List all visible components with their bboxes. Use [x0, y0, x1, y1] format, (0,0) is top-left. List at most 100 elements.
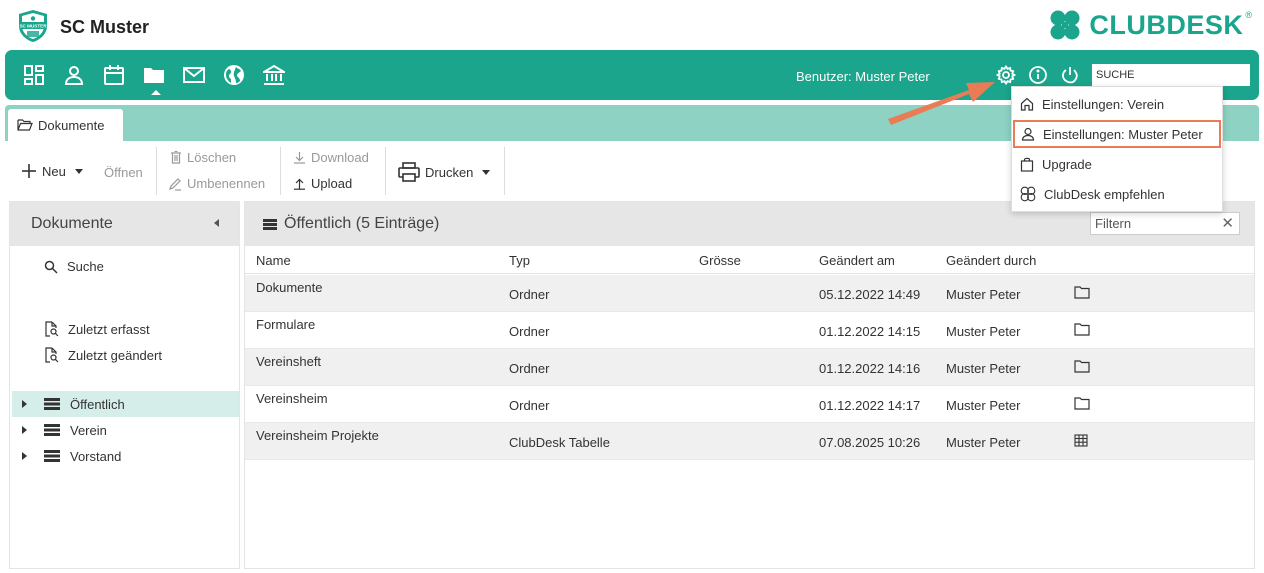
file-search-icon [45, 321, 59, 337]
user-icon [1021, 127, 1035, 141]
tree-item-oeffentlich[interactable]: Öffentlich [12, 391, 239, 417]
sidebar-item-recent-created[interactable]: Zuletzt erfasst [44, 321, 150, 337]
info-icon[interactable] [1028, 65, 1048, 85]
bank-icon[interactable] [263, 64, 285, 86]
rename-button[interactable]: Umbenennen [168, 176, 265, 191]
members-icon[interactable] [63, 64, 85, 86]
delete-button-label: Löschen [187, 150, 237, 165]
cell-type: ClubDesk Tabelle [509, 435, 610, 450]
upload-button[interactable]: Upload [293, 176, 352, 191]
cell-name: Dokumente [256, 280, 323, 295]
clear-filter-icon[interactable]: ✕ [1221, 216, 1234, 231]
cell-changed-by: Muster Peter [946, 398, 1021, 413]
table-row[interactable]: Vereinsheft Ordner 01.12.2022 14:16 Must… [245, 349, 1254, 386]
download-button-label: Download [311, 150, 369, 165]
upload-icon [294, 178, 305, 190]
power-icon[interactable] [1060, 65, 1080, 85]
new-button-label: Neu [42, 163, 66, 179]
tree-item-vorstand[interactable]: Vorstand [12, 443, 239, 469]
menu-item-settings-user[interactable]: Einstellungen: Muster Peter [1013, 120, 1221, 148]
clover-icon [1020, 186, 1036, 202]
cell-name: Vereinsheim Projekte [256, 428, 379, 443]
cell-name: Formulare [256, 317, 316, 332]
filter-field: ✕ [1090, 212, 1240, 235]
cell-changed-by: Muster Peter [946, 287, 1021, 302]
search-icon [44, 260, 58, 274]
documents-folder-icon[interactable] [143, 64, 165, 86]
folder-icon[interactable] [1074, 323, 1090, 336]
calendar-icon[interactable] [103, 64, 125, 86]
cell-type: Ordner [509, 361, 550, 376]
club-name: SC Muster [60, 17, 150, 37]
print-button[interactable]: Drucken [398, 162, 491, 182]
sidebar-item-search[interactable]: Suche [44, 259, 104, 274]
sidebar-item-label: Zuletzt geändert [68, 347, 162, 363]
panel-title-text: Öffentlich (5 Einträge) [284, 215, 440, 232]
collapse-left-icon[interactable] [214, 219, 219, 227]
cell-changed-at: 07.08.2025 10:26 [819, 435, 921, 450]
folder-icon[interactable] [1074, 397, 1090, 410]
delete-button[interactable]: Löschen [170, 150, 236, 165]
list-icon [44, 424, 60, 436]
filter-input[interactable] [1091, 213, 1211, 234]
brand-registered: ® [1245, 10, 1252, 20]
toolbar-divider [280, 147, 281, 195]
tab-documents[interactable]: Dokumente [8, 109, 123, 141]
search-input[interactable] [1092, 64, 1250, 86]
table-row[interactable]: Formulare Ordner 01.12.2022 14:15 Muster… [245, 312, 1254, 349]
column-header-changed-at[interactable]: Geändert am [819, 253, 895, 268]
column-header-size[interactable]: Grösse [699, 253, 741, 268]
toolbar-divider [504, 147, 505, 195]
column-header-name[interactable]: Name [256, 253, 291, 268]
sidebar-item-label: Zuletzt erfasst [68, 321, 150, 337]
expand-icon[interactable] [22, 426, 27, 434]
table-header: Name Typ Grösse Geändert am Geändert dur… [245, 246, 1254, 274]
download-button[interactable]: Download [293, 150, 369, 165]
cell-type: Ordner [509, 398, 550, 413]
column-header-changed-by[interactable]: Geändert durch [946, 253, 1036, 268]
open-button[interactable]: Öffnen [104, 165, 143, 180]
menu-item-settings-club[interactable]: Einstellungen: Verein [1012, 90, 1222, 118]
cell-changed-by: Muster Peter [946, 324, 1021, 339]
cell-changed-at: 01.12.2022 14:15 [819, 324, 921, 339]
table-icon[interactable] [1074, 434, 1088, 447]
tree-item-verein[interactable]: Verein [12, 417, 239, 443]
sidebar-item-recent-changed[interactable]: Zuletzt geändert [44, 347, 162, 363]
expand-icon[interactable] [22, 452, 27, 460]
cell-type: Ordner [509, 324, 550, 339]
mail-icon[interactable] [183, 64, 205, 86]
toolbar-divider [385, 147, 386, 195]
expand-icon[interactable] [22, 400, 27, 408]
home-icon [1020, 97, 1034, 111]
open-button-label: Öffnen [104, 165, 143, 180]
folder-icon[interactable] [1074, 360, 1090, 373]
tab-label: Dokumente [38, 117, 105, 133]
clubdesk-brand: CLUBDESK ® [1047, 9, 1256, 41]
tree-item-label: Vorstand [70, 448, 122, 464]
brand-name: CLUBDESK [1089, 9, 1244, 40]
cell-changed-at: 05.12.2022 14:49 [819, 287, 921, 302]
dashboard-icon[interactable] [23, 64, 45, 86]
upload-button-label: Upload [311, 176, 353, 191]
table-row[interactable]: Vereinsheim Ordner 01.12.2022 14:17 Must… [245, 386, 1254, 423]
cell-changed-by: Muster Peter [946, 435, 1021, 450]
menu-item-upgrade[interactable]: Upgrade [1012, 150, 1222, 178]
sidebar: Dokumente Suche Zuletzt erfasst Zuletzt … [9, 201, 240, 569]
clover-logo-icon [1050, 10, 1080, 40]
menu-item-recommend[interactable]: ClubDesk empfehlen [1012, 180, 1222, 208]
table-row[interactable]: Vereinsheim Projekte ClubDesk Tabelle 07… [245, 423, 1254, 460]
table-row[interactable]: Dokumente Ordner 05.12.2022 14:49 Muster… [245, 275, 1254, 312]
app-header: SC MUSTER SC Muster CLUBDESK ® [0, 0, 1264, 50]
file-search-icon [45, 347, 59, 363]
column-header-type[interactable]: Typ [509, 253, 530, 268]
annotation-arrow-icon [888, 82, 995, 125]
menu-item-label: Einstellungen: Verein [1042, 96, 1165, 112]
cell-name: Vereinsheim [256, 391, 328, 406]
new-button[interactable]: Neu [21, 163, 83, 179]
folder-icon[interactable] [1074, 286, 1090, 299]
cell-type: Ordner [509, 287, 550, 302]
menu-item-label: Einstellungen: Muster Peter [1043, 126, 1203, 142]
globe-icon[interactable] [223, 64, 245, 86]
plus-icon [22, 164, 36, 178]
pencil-icon [169, 177, 181, 191]
